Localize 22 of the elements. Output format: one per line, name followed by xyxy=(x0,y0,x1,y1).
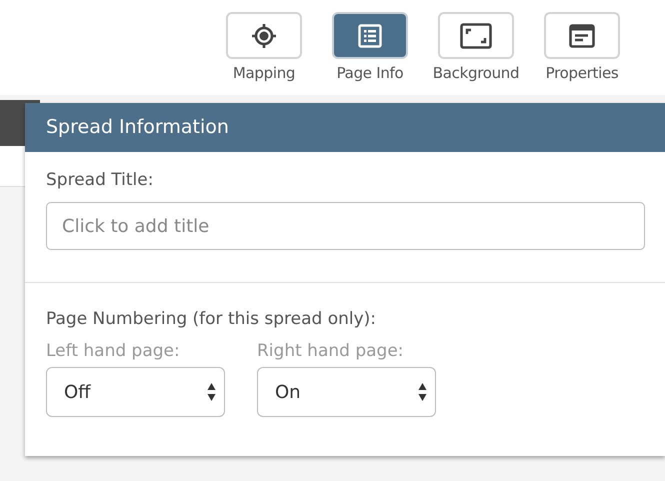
toolbar-button[interactable] xyxy=(544,12,620,59)
toolbar-label: Mapping xyxy=(232,64,296,82)
section-label: Page Numbering (for this spread only): xyxy=(46,309,378,329)
stepper-icon xyxy=(207,381,216,403)
field-label: Spread Title: xyxy=(46,170,154,190)
frame-icon xyxy=(460,22,492,48)
panel-title: Spread Information xyxy=(25,103,665,152)
dropdown[interactable]: Off xyxy=(46,367,225,417)
select-label: Right hand page: xyxy=(257,341,405,361)
toolbar-label: Background xyxy=(432,64,520,82)
stepper-icon xyxy=(418,381,427,403)
dropdown[interactable]: On xyxy=(257,367,436,417)
toolbar-button[interactable] xyxy=(438,12,514,59)
toolbar-button[interactable] xyxy=(226,12,302,59)
title-input-field[interactable]: Click to add title xyxy=(46,202,645,250)
toolbar-button[interactable] xyxy=(332,12,408,59)
window-icon xyxy=(569,24,595,48)
toolbar-label: Properties xyxy=(546,64,618,82)
select-label: Left hand page: xyxy=(46,341,181,361)
list-icon xyxy=(358,24,382,48)
target-icon xyxy=(251,22,277,48)
toolbar-label: Page Info xyxy=(336,64,404,82)
